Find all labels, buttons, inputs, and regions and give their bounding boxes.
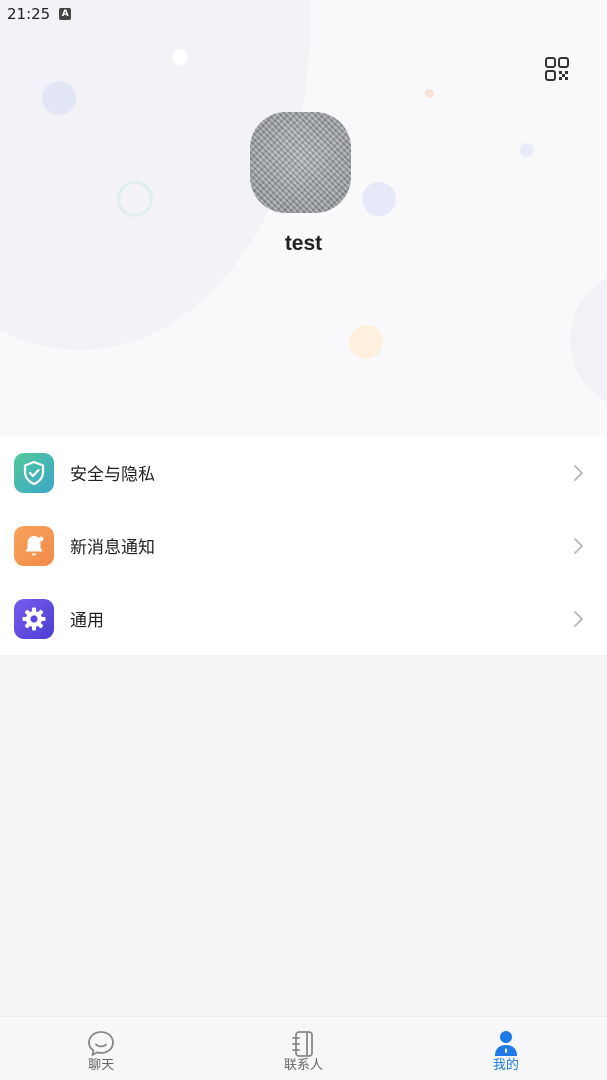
avatar[interactable] xyxy=(250,112,351,213)
settings-menu: 安全与隐私 新消息通知 通用 xyxy=(0,436,607,655)
nav-tab-me[interactable]: 我的 xyxy=(405,1017,607,1080)
menu-item-label: 安全与隐私 xyxy=(70,465,155,485)
nav-tab-chat[interactable]: 聊天 xyxy=(0,1017,202,1080)
nav-tab-contacts[interactable]: 联系人 xyxy=(202,1017,404,1080)
gear-icon xyxy=(14,598,54,639)
profile-header: 21:25 A test xyxy=(0,0,607,436)
profile-screen: 21:25 A test 安全与隐私 新消息通知 通用 聊天 联系人 我的 xyxy=(0,0,607,1080)
status-bar: 21:25 A xyxy=(0,0,607,28)
menu-item-general[interactable]: 通用 xyxy=(0,582,607,655)
decor-dot xyxy=(425,89,434,98)
menu-item-label: 通用 xyxy=(70,611,104,631)
status-indicator-icon: A xyxy=(59,8,72,20)
menu-item-label: 新消息通知 xyxy=(70,538,155,558)
decor-dot xyxy=(42,81,76,115)
qr-code-icon[interactable] xyxy=(544,56,570,82)
chevron-right-icon xyxy=(574,464,583,481)
decor-ring xyxy=(117,181,153,217)
decor-dot xyxy=(172,49,188,65)
person-icon xyxy=(494,1031,517,1056)
bell-icon xyxy=(14,525,54,566)
shield-check-icon xyxy=(14,452,54,493)
contacts-book-icon xyxy=(292,1031,314,1057)
menu-item-new-message-notification[interactable]: 新消息通知 xyxy=(0,509,607,582)
nav-label: 我的 xyxy=(492,1058,519,1073)
status-time: 21:25 xyxy=(7,5,51,23)
chevron-right-icon xyxy=(574,537,583,554)
decor-dot xyxy=(520,143,534,157)
chat-bubble-icon xyxy=(88,1031,115,1056)
chevron-right-icon xyxy=(574,610,583,627)
menu-item-security-privacy[interactable]: 安全与隐私 xyxy=(0,436,607,509)
decor-dot xyxy=(349,325,383,359)
nav-label: 联系人 xyxy=(283,1058,323,1073)
bottom-nav: 聊天 联系人 我的 xyxy=(0,1016,607,1080)
background-blob-right xyxy=(570,270,607,410)
nav-label: 聊天 xyxy=(88,1058,115,1073)
username: test xyxy=(284,232,323,255)
decor-dot xyxy=(362,182,396,216)
